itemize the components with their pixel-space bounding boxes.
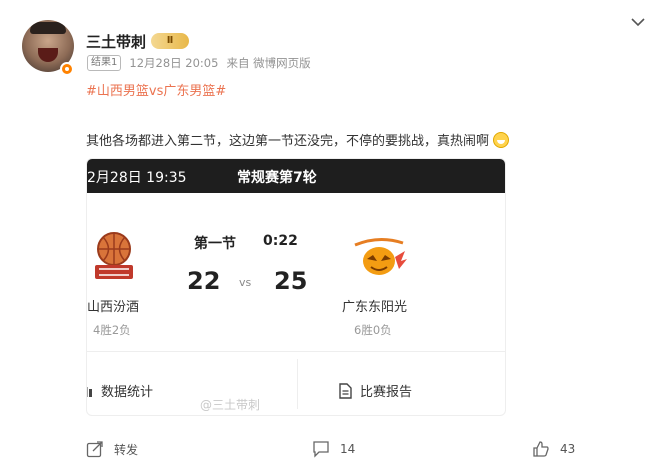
away-team-record: 6胜0负: [354, 323, 392, 337]
verified-badge-icon: [60, 62, 74, 76]
document-icon: [339, 382, 352, 399]
comment-count: 14: [340, 442, 356, 456]
game-datetime: 2月28日 19:35: [87, 170, 187, 186]
game-clock: 0:22: [263, 233, 298, 249]
game-card-header: 2月28日 19:35 常规赛第7轮: [87, 159, 505, 193]
home-team-name[interactable]: 山西汾酒: [87, 296, 139, 315]
weibo-post: 三土带刺 Ⅱ 结果1 12月28日 20:05 来自 微博网页版 #山西男篮vs…: [0, 0, 660, 472]
card-vertical-separator: [297, 359, 298, 409]
report-button-label: 比赛报告: [360, 385, 413, 400]
avatar-hair: [30, 22, 66, 34]
post-meta: 结果1 12月28日 20:05 来自 微博网页版: [87, 55, 311, 71]
stats-button[interactable]: 数据统计: [87, 381, 154, 400]
like-count: 43: [560, 442, 576, 456]
vip-badge[interactable]: Ⅱ: [151, 33, 189, 49]
thumbs-up-icon: [533, 441, 549, 457]
game-card[interactable]: 2月28日 19:35 常规赛第7轮 第一节 0:22 22 vs 25 山西汾…: [86, 158, 506, 416]
watermark: @三土带刺: [200, 398, 261, 412]
report-button[interactable]: 比赛报告: [339, 381, 412, 400]
avatar-mouth: [38, 48, 58, 62]
guangdong-team-logo-icon: [354, 238, 407, 275]
like-button[interactable]: 43: [532, 440, 575, 458]
home-score: 22: [187, 267, 221, 295]
post-time[interactable]: 12月28日 20:05: [129, 55, 218, 71]
repost-icon: [86, 441, 103, 458]
post-content: 其他各场都进入第二节，这边第一节还没完，不停的要挑战，真热闹啊: [86, 130, 510, 149]
bar-chart-icon: [87, 386, 92, 397]
post-text: 其他各场都进入第二节，这边第一节还没完，不停的要挑战，真热闹啊: [86, 134, 490, 149]
away-team-name[interactable]: 广东东阳光: [342, 296, 407, 315]
card-divider: [87, 351, 505, 352]
username[interactable]: 三土带刺: [86, 31, 146, 52]
result-tag: 结果1: [87, 55, 122, 71]
vs-label: vs: [239, 276, 252, 289]
post-source: 来自 微博网页版: [226, 56, 311, 70]
comment-button[interactable]: 14: [312, 440, 355, 458]
laughing-emoji-icon: [493, 131, 510, 148]
chevron-down-icon[interactable]: [630, 16, 646, 28]
repost-label: 转发: [114, 442, 139, 457]
game-period: 第一节: [194, 236, 236, 252]
home-team-record: 4胜2负: [93, 323, 131, 337]
game-round: 常规赛第7轮: [237, 170, 317, 186]
away-score: 25: [274, 267, 308, 295]
repost-button[interactable]: 转发: [86, 440, 138, 458]
stats-button-label: 数据统计: [101, 385, 154, 400]
comment-icon: [313, 441, 329, 458]
topic-link[interactable]: #山西男篮vs广东男篮#: [86, 80, 226, 99]
shanxi-team-logo-icon: [95, 232, 133, 279]
